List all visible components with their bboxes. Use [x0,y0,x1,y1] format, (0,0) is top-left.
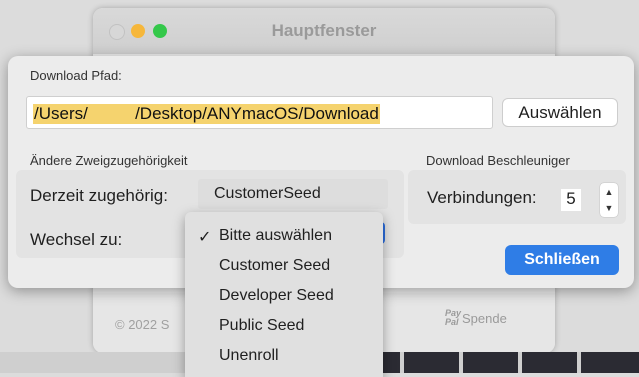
background-block [463,352,518,373]
download-path-value: /Users/ /Desktop/ANYmacOS/Download [33,104,380,124]
main-titlebar: Hauptfenster [93,8,555,54]
connections-stepper[interactable]: ▲ ▼ [600,183,618,217]
choose-path-button[interactable]: Auswählen [502,98,618,127]
window-title: Hauptfenster [271,21,377,40]
donate-button[interactable]: Pay Pal Spende [445,309,507,327]
seed-dropdown-menu: ✓ Bitte auswählen Customer Seed Develope… [185,212,383,377]
menu-item-customer-seed[interactable]: Customer Seed [185,252,383,282]
connections-value[interactable]: 5 [561,189,581,211]
menu-item-label: Developer Seed [219,287,334,304]
accelerator-label: Download Beschleuniger [426,153,570,168]
background-block [522,352,577,373]
menu-item-label: Bitte auswählen [219,227,332,244]
menu-item-please-select[interactable]: ✓ Bitte auswählen [185,222,383,252]
connections-label: Verbindungen: [427,188,537,207]
seed-group-label: Ändere Zweigzugehörigkeit [30,153,188,168]
menu-item-label: Unenroll [219,347,279,364]
checkmark-icon: ✓ [198,229,212,246]
chevron-down-icon[interactable]: ▼ [600,199,618,215]
menu-item-developer-seed[interactable]: Developer Seed [185,282,383,312]
menu-item-label: Customer Seed [219,257,331,274]
menu-item-public-seed[interactable]: Public Seed [185,312,383,342]
copyright-text: © 2022 S [115,317,170,332]
background-block [404,352,459,373]
current-seed-field: CustomerSeed [198,179,388,209]
background-block [581,352,639,373]
menu-item-unenroll[interactable]: Unenroll [185,342,383,372]
current-seed-label: Derzeit zugehörig: [30,186,168,205]
chevron-up-icon[interactable]: ▲ [600,183,618,199]
download-path-field[interactable]: /Users/ /Desktop/ANYmacOS/Download [26,96,493,129]
download-path-label: Download Pfad: [30,68,122,83]
paypal-icon: Pay Pal [445,308,462,327]
menu-item-label: Public Seed [219,317,305,334]
switch-seed-label: Wechsel zu: [30,230,123,249]
close-button[interactable]: Schließen [505,245,619,275]
current-seed-value: CustomerSeed [214,185,321,202]
donate-label: Spende [462,310,507,326]
